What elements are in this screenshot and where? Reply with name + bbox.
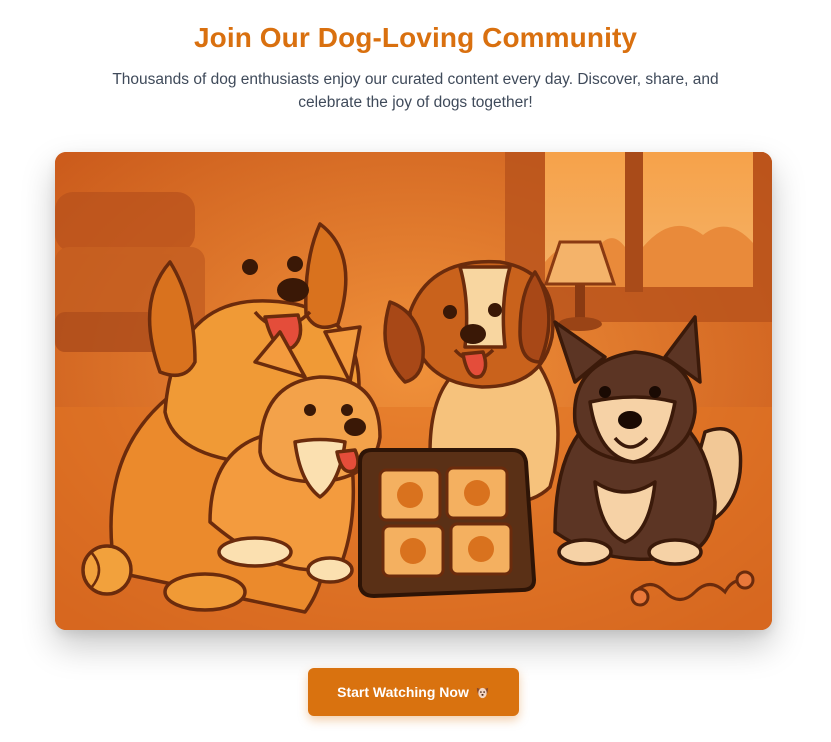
ball-shape	[81, 544, 133, 596]
tablet-shape	[358, 448, 537, 599]
start-watching-label: Start Watching Now	[337, 684, 469, 700]
hero-illustration	[55, 152, 772, 630]
page-subtitle: Thousands of dog enthusiasts enjoy our c…	[112, 71, 719, 111]
dog-face-icon	[475, 685, 490, 700]
start-watching-button[interactable]: Start Watching Now	[308, 668, 519, 716]
page-title: Join Our Dog-Loving Community	[193, 22, 638, 53]
community-section: Join Our Dog-Loving Community Thousands …	[0, 0, 831, 742]
